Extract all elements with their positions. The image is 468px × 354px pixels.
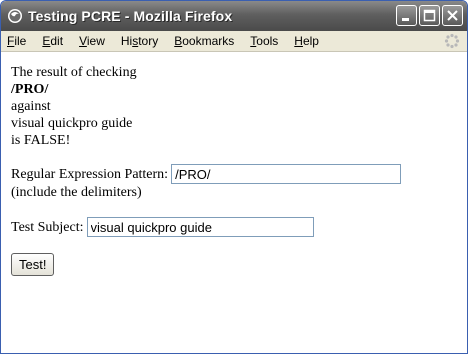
minimize-button[interactable] [396, 5, 417, 26]
menu-tools[interactable]: Tools [242, 34, 286, 48]
menu-view-rest: iew [86, 34, 105, 48]
menu-bar: File Edit View History Bookmarks Tools H… [1, 31, 467, 52]
pattern-row: Regular Expression Pattern: [11, 164, 457, 184]
menu-edit-rest: dit [50, 34, 64, 48]
firefox-app-icon [7, 8, 23, 24]
close-button[interactable] [442, 5, 463, 26]
menu-history-rest: tory [138, 34, 159, 48]
result-intro: The result of checking [11, 65, 137, 80]
title-bar[interactable]: Testing PCRE - Mozilla Firefox [1, 1, 467, 31]
window-title: Testing PCRE - Mozilla Firefox [28, 8, 233, 24]
result-against: against [11, 99, 51, 114]
menu-file-rest: ile [14, 34, 27, 48]
throbber-icon [444, 33, 460, 49]
pattern-hint: (include the delimiters) [11, 185, 142, 200]
maximize-icon [423, 9, 436, 22]
pattern-label: Regular Expression Pattern: [11, 166, 169, 182]
menu-help[interactable]: Help [286, 34, 327, 48]
maximize-button[interactable] [419, 5, 440, 26]
menu-history[interactable]: History [113, 34, 166, 48]
test-button[interactable]: Test! [11, 253, 55, 276]
menu-file[interactable]: File [1, 34, 34, 48]
minimize-icon [402, 18, 409, 21]
subject-input[interactable] [86, 217, 314, 237]
menu-tools-rest: ools [256, 34, 279, 48]
result-block: The result of checking /PRO/ against vis… [11, 64, 457, 149]
menu-bookmarks-rest: ookmarks [182, 34, 235, 48]
page-content: The result of checking /PRO/ against vis… [1, 52, 467, 276]
menu-bookmarks[interactable]: Bookmarks [166, 34, 242, 48]
result-verdict: is FALSE! [11, 133, 71, 148]
pattern-input[interactable] [171, 164, 402, 184]
window-controls [396, 5, 463, 26]
menu-help-rest: elp [302, 34, 319, 48]
menu-edit[interactable]: Edit [34, 34, 71, 48]
subject-row: Test Subject: [11, 217, 457, 237]
menu-view[interactable]: View [71, 34, 113, 48]
browser-window: Testing PCRE - Mozilla Firefox File Edit… [0, 0, 468, 354]
result-pattern: /PRO/ [11, 82, 49, 97]
result-subject: visual quickpro guide [11, 116, 133, 131]
menu-history-pre: Hi [120, 34, 133, 48]
close-icon [447, 10, 458, 21]
subject-label: Test Subject: [11, 219, 84, 235]
